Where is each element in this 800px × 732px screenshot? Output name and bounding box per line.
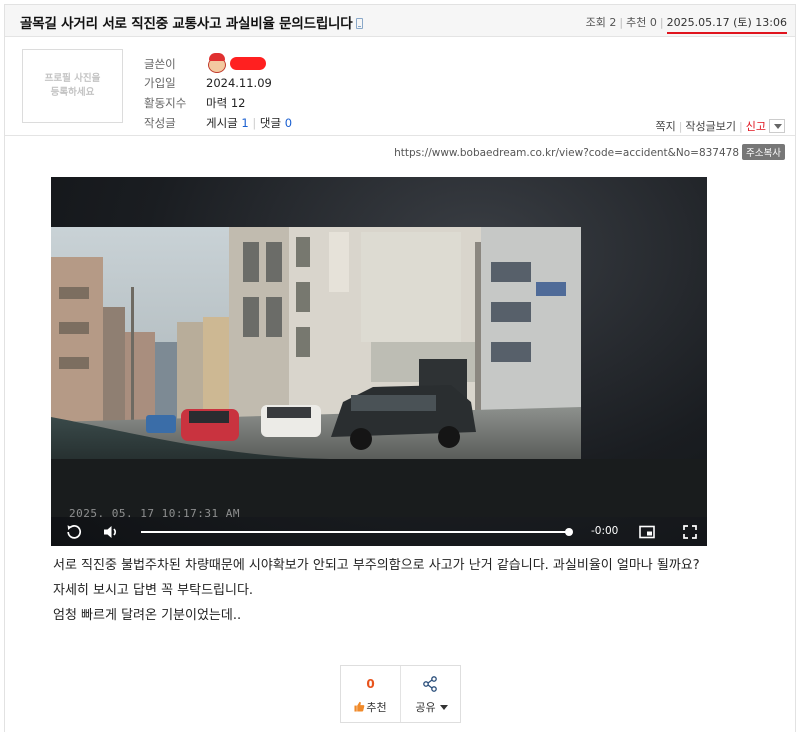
- post-meta: 조회 2 | 추천 0 | 2025.05.17 (토) 13:06: [585, 14, 787, 34]
- report-link[interactable]: 신고: [746, 120, 766, 133]
- body-line: 서로 직진중 불법주차된 차량때문에 시야확보가 안되고 부주의함으로 사고가 …: [53, 558, 700, 573]
- recommend-share-box: 0 추천 공유: [340, 665, 461, 723]
- post-frame: 골목길 사거리 서로 직진중 교통사고 과실비율 문의드립니다 조회 2 | 추천 …: [4, 4, 796, 732]
- writer-label: 글쓴이: [144, 57, 176, 71]
- video-controls: -0:00: [51, 517, 707, 546]
- writer-row: 글쓴이: [144, 53, 266, 73]
- author-profile: 프로필 사진을 등록하세요 글쓴이 가입일 2024.11.09 활동지수 마력 1…: [5, 38, 795, 136]
- avatar-hat: [209, 53, 225, 61]
- time-remaining: -0:00: [591, 525, 619, 537]
- progress-thumb[interactable]: [565, 528, 573, 536]
- copy-url-button[interactable]: 주소복사: [742, 144, 785, 160]
- posts-label[interactable]: 게시글: [206, 116, 238, 130]
- view-count: 조회 2: [585, 16, 617, 29]
- share-button[interactable]: 공유: [401, 699, 462, 715]
- share-label: 공유: [415, 701, 436, 714]
- post-date: 2025.05.17 (토) 13:06: [666, 16, 787, 29]
- video-player[interactable]: 2025. 05. 17 10:17:31 AM -0:00: [51, 177, 707, 546]
- joined-label: 가입일: [144, 76, 176, 90]
- share-dropdown-icon: [439, 705, 448, 710]
- volume-icon[interactable]: [102, 523, 120, 541]
- joined-row: 가입일 2024.11.09: [144, 75, 272, 91]
- action-divider: |: [739, 120, 743, 133]
- action-divider: |: [678, 120, 683, 133]
- joined-date: 2024.11.09: [206, 76, 272, 90]
- recommend-count-meta: 추천 0: [626, 16, 657, 29]
- post-body: 서로 직진중 불법주차된 차량때문에 시야확보가 안되고 부주의함으로 사고가 …: [53, 553, 700, 628]
- more-dropdown-button[interactable]: [769, 119, 785, 133]
- posts-row: 작성글 게시글 1 | 댓글 0: [144, 115, 292, 131]
- message-link[interactable]: 쪽지: [655, 120, 675, 133]
- comments-label[interactable]: 댓글: [260, 116, 281, 130]
- posts-divider: |: [252, 116, 257, 130]
- picture-in-picture-icon[interactable]: [638, 523, 656, 541]
- activity-row: 활동지수 마력 12: [144, 95, 245, 111]
- post-url[interactable]: https://www.bobaedream.co.kr/view?code=a…: [394, 147, 739, 159]
- author-actions: 쪽지 | 작성글보기 | 신고: [655, 118, 785, 134]
- thumbs-up-icon: [354, 701, 365, 712]
- share-icon[interactable]: [422, 676, 438, 692]
- recommend-count: 0: [366, 677, 375, 691]
- profile-photo-text: 프로필 사진을 등록하세요: [23, 72, 122, 100]
- profile-photo-text-line2: 등록하세요: [50, 87, 95, 98]
- activity-label: 활동지수: [144, 96, 187, 110]
- video-frame: [51, 227, 707, 517]
- posts-row-label: 작성글: [144, 116, 176, 130]
- activity-value: 마력 12: [206, 96, 246, 110]
- recommend-label: 추천: [366, 701, 387, 714]
- date-highlight-underline: [666, 32, 787, 34]
- nickname-redacted[interactable]: [230, 57, 266, 70]
- avatar[interactable]: [206, 53, 228, 73]
- replay-icon[interactable]: [65, 523, 83, 541]
- recommend-button[interactable]: 추천: [341, 699, 400, 715]
- meta-divider: |: [659, 16, 664, 29]
- meta-divider: |: [619, 16, 624, 29]
- post-title-wrap: 골목길 사거리 서로 직진중 교통사고 과실비율 문의드립니다: [20, 12, 363, 32]
- post-url-row: https://www.bobaedream.co.kr/view?code=a…: [394, 144, 785, 160]
- body-line: 엄청 빠르게 달려온 기분이었는데..: [53, 608, 242, 623]
- post-title: 골목길 사거리 서로 직진중 교통사고 과실비율 문의드립니다: [20, 16, 353, 32]
- posts-count[interactable]: 1: [241, 116, 248, 130]
- body-line: 자세히 보시고 답변 꼭 부탁드립니다.: [53, 583, 254, 598]
- mobile-icon: [355, 18, 363, 29]
- comments-count[interactable]: 0: [285, 116, 292, 130]
- post-date-wrap: 2025.05.17 (토) 13:06: [666, 16, 787, 34]
- profile-photo-placeholder: 프로필 사진을 등록하세요: [22, 49, 123, 123]
- post-header: 골목길 사거리 서로 직진중 교통사고 과실비율 문의드립니다 조회 2 | 추천 …: [5, 5, 795, 37]
- profile-photo-text-line1: 프로필 사진을: [44, 73, 101, 84]
- view-posts-link[interactable]: 작성글보기: [685, 120, 736, 133]
- fullscreen-icon[interactable]: [681, 523, 699, 541]
- progress-track[interactable]: [141, 531, 570, 533]
